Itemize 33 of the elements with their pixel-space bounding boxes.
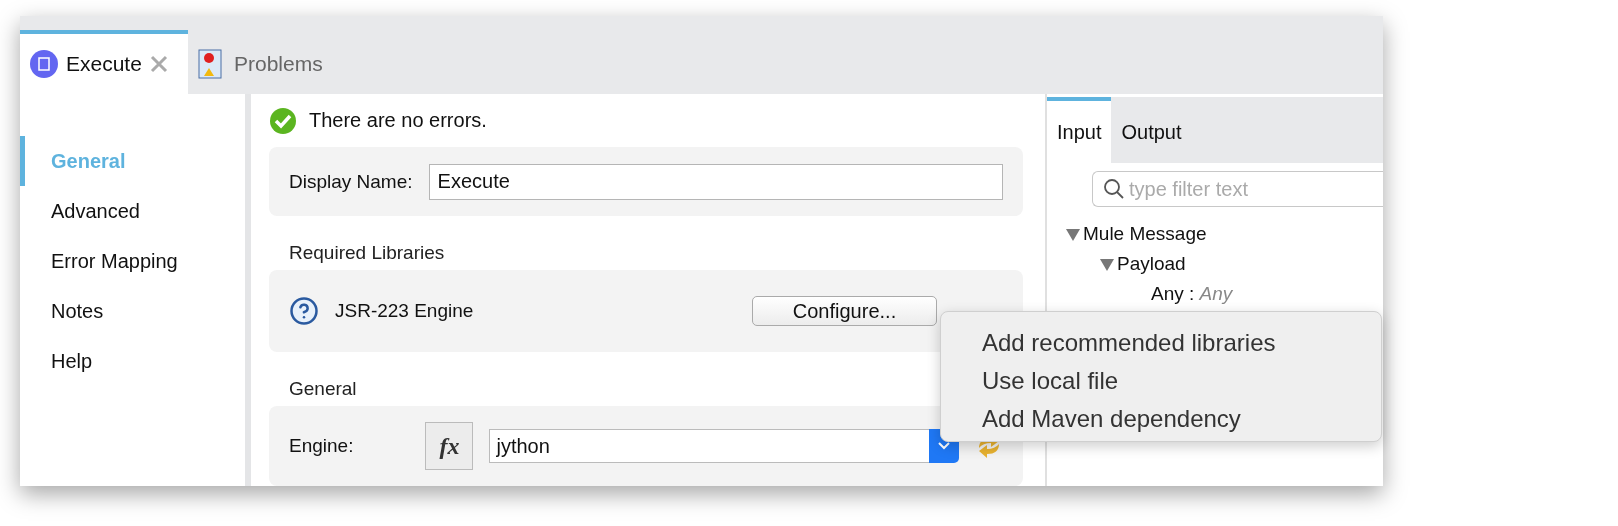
check-icon xyxy=(269,106,297,135)
configure-button[interactable]: Configure... xyxy=(752,296,937,327)
close-icon[interactable] xyxy=(149,55,168,73)
field-label: Display Name: xyxy=(289,170,413,193)
tree-item[interactable]: Mule Message xyxy=(1083,223,1207,245)
tree-item[interactable]: Payload xyxy=(1117,253,1186,275)
sidebar-item[interactable]: Help xyxy=(20,336,245,386)
panel-tab[interactable]: Input xyxy=(1047,97,1112,163)
menu-item[interactable]: Use local file xyxy=(982,362,1381,400)
panel-tab[interactable]: Output xyxy=(1111,97,1192,163)
expression-button[interactable]: fx xyxy=(425,422,474,471)
editor-tab[interactable]: Execute xyxy=(20,30,188,94)
sidebar-item[interactable]: Error Mapping xyxy=(20,236,245,286)
field-label: Engine: xyxy=(289,435,354,458)
tab-label: Execute xyxy=(66,52,142,76)
search-icon xyxy=(1103,178,1125,200)
expanded-triangle-icon[interactable] xyxy=(1065,226,1081,242)
input-field[interactable]: Execute xyxy=(428,163,1003,200)
tab-label: Problems xyxy=(234,52,323,76)
script-icon xyxy=(30,50,58,78)
help-icon xyxy=(289,296,319,327)
section-title: General xyxy=(289,378,357,401)
sidebar-item[interactable]: Advanced xyxy=(20,186,245,236)
library-name: JSR-223 Engine xyxy=(335,300,474,323)
expanded-triangle-icon[interactable] xyxy=(1099,256,1115,272)
editor-tab[interactable]: Problems xyxy=(188,30,333,94)
menu-item[interactable]: Add Maven dependency xyxy=(982,400,1381,438)
chevron-down-icon xyxy=(937,441,951,452)
status-message: There are no errors. xyxy=(309,109,487,133)
tree-item[interactable]: Any : Any xyxy=(1151,283,1233,305)
menu-item[interactable]: Add recommended libraries xyxy=(982,324,1381,362)
sidebar-item[interactable]: Notes xyxy=(20,286,245,336)
section-title: Required Libraries xyxy=(289,242,445,265)
